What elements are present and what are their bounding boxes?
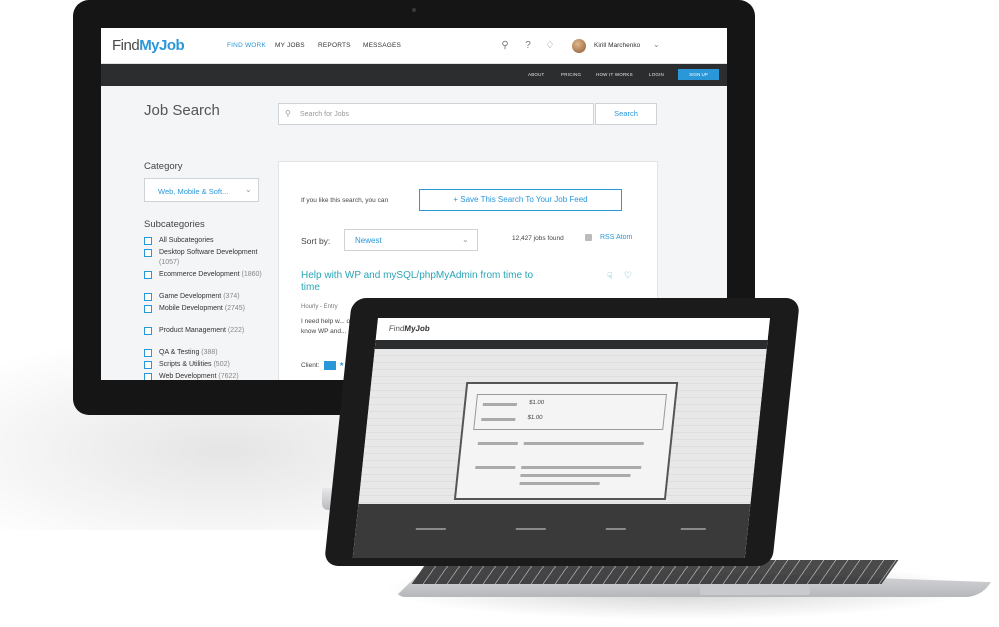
- laptop-text-line: [521, 466, 642, 469]
- laptop-top-navbar: FindMyJob: [375, 318, 770, 340]
- checkbox[interactable]: [144, 249, 152, 257]
- laptop-modal: $1.00 $1.00: [453, 382, 679, 500]
- laptop-lid: FindMyJob $1.00 $1.00: [323, 298, 801, 566]
- camera-icon: [412, 8, 416, 12]
- laptop-text-line: [482, 403, 518, 406]
- laptop-text-line: [477, 442, 518, 445]
- search-icon[interactable]: ⚲: [499, 40, 511, 52]
- laptop-price-b: $1.00: [527, 415, 543, 421]
- laptop-footer-link: [680, 528, 706, 530]
- subcategories-heading: Subcategories: [144, 219, 205, 230]
- laptop-text-line: [475, 466, 516, 469]
- category-value: Web, Mobile & Soft...: [158, 187, 229, 196]
- laptop-trackpad: [700, 585, 810, 595]
- laptop-footer-link: [605, 528, 626, 530]
- bell-icon[interactable]: ♢: [544, 40, 556, 52]
- laptop-price-a: $1.00: [528, 400, 545, 406]
- subnav-login[interactable]: LOGIN: [649, 72, 664, 77]
- nav-messages[interactable]: MESSAGES: [363, 42, 401, 49]
- rss-link[interactable]: RSS Atom: [600, 234, 632, 241]
- laptop-text-line: [519, 482, 600, 485]
- laptop-sub-navbar: [374, 340, 768, 349]
- avatar[interactable]: [572, 39, 586, 53]
- search-icon: ⚲: [285, 109, 291, 118]
- category-select[interactable]: Web, Mobile & Soft... ⌄: [144, 178, 259, 202]
- help-icon[interactable]: ?: [522, 40, 534, 52]
- search-button[interactable]: Search: [595, 103, 657, 125]
- sub-navbar: ABOUT PRICING HOW IT WORKS LOGIN SIGN UP: [101, 64, 727, 86]
- sort-value: Newest: [355, 236, 382, 245]
- laptop-footer: [352, 504, 751, 558]
- category-heading: Category: [144, 161, 183, 172]
- jobs-found-count: 12,427 jobs found: [512, 235, 564, 242]
- client-badge: [324, 361, 336, 370]
- laptop-modal-summary: $1.00 $1.00: [473, 394, 667, 430]
- chevron-down-icon: ⌄: [462, 235, 469, 244]
- save-search-button[interactable]: + Save This Search To Your Job Feed: [419, 189, 622, 211]
- checkbox[interactable]: [144, 293, 152, 301]
- laptop-footer-link: [415, 528, 446, 530]
- laptop-screen: FindMyJob $1.00 $1.00: [352, 318, 770, 558]
- checkbox[interactable]: [144, 305, 152, 313]
- checkbox[interactable]: [144, 361, 152, 369]
- signup-button[interactable]: SIGN UP: [678, 69, 719, 80]
- client-label: Client:: [301, 362, 320, 369]
- subnav-pricing[interactable]: PRICING: [561, 72, 581, 77]
- subnav-about[interactable]: ABOUT: [528, 72, 545, 77]
- laptop-page-body: $1.00 $1.00: [358, 349, 767, 504]
- job-meta: Hourly - Entry: [301, 304, 338, 310]
- sort-label: Sort by:: [301, 236, 331, 246]
- laptop-footer-link: [515, 528, 546, 530]
- search-input[interactable]: ⚲ Search for Jobs: [278, 103, 594, 125]
- checkbox[interactable]: [144, 349, 152, 357]
- chevron-down-icon[interactable]: ⌄: [653, 40, 660, 49]
- thumbs-down-icon[interactable]: ☟: [607, 271, 612, 282]
- logo[interactable]: FindMyJob: [112, 37, 185, 54]
- sort-select[interactable]: Newest ⌄: [344, 229, 478, 251]
- job-title-link[interactable]: Help with WP and mySQL/phpMyAdmin from t…: [301, 270, 551, 294]
- laptop-text-line: [523, 442, 644, 445]
- top-navbar: FindMyJob FIND WORK MY JOBS REPORTS MESS…: [101, 28, 727, 64]
- laptop-text-line: [481, 418, 516, 421]
- nav-find-work[interactable]: FIND WORK: [227, 42, 266, 49]
- page-title: Job Search: [144, 102, 220, 119]
- user-name[interactable]: Kirill Marchenko: [594, 42, 640, 49]
- checkbox[interactable]: [144, 327, 152, 335]
- laptop-logo: FindMyJob: [388, 324, 431, 333]
- search-placeholder: Search for Jobs: [300, 111, 350, 118]
- subnav-how-it-works[interactable]: HOW IT WORKS: [596, 72, 633, 77]
- chevron-down-icon: ⌄: [245, 185, 252, 194]
- heart-icon[interactable]: ♡: [624, 270, 632, 281]
- nav-my-jobs[interactable]: MY JOBS: [275, 42, 305, 49]
- save-hint: If you like this search, you can: [301, 197, 389, 204]
- rss-icon[interactable]: [585, 234, 592, 241]
- laptop-text-line: [520, 474, 631, 477]
- nav-reports[interactable]: REPORTS: [318, 42, 351, 49]
- checkbox[interactable]: [144, 373, 152, 380]
- checkbox[interactable]: [144, 271, 152, 279]
- checkbox[interactable]: [144, 237, 152, 245]
